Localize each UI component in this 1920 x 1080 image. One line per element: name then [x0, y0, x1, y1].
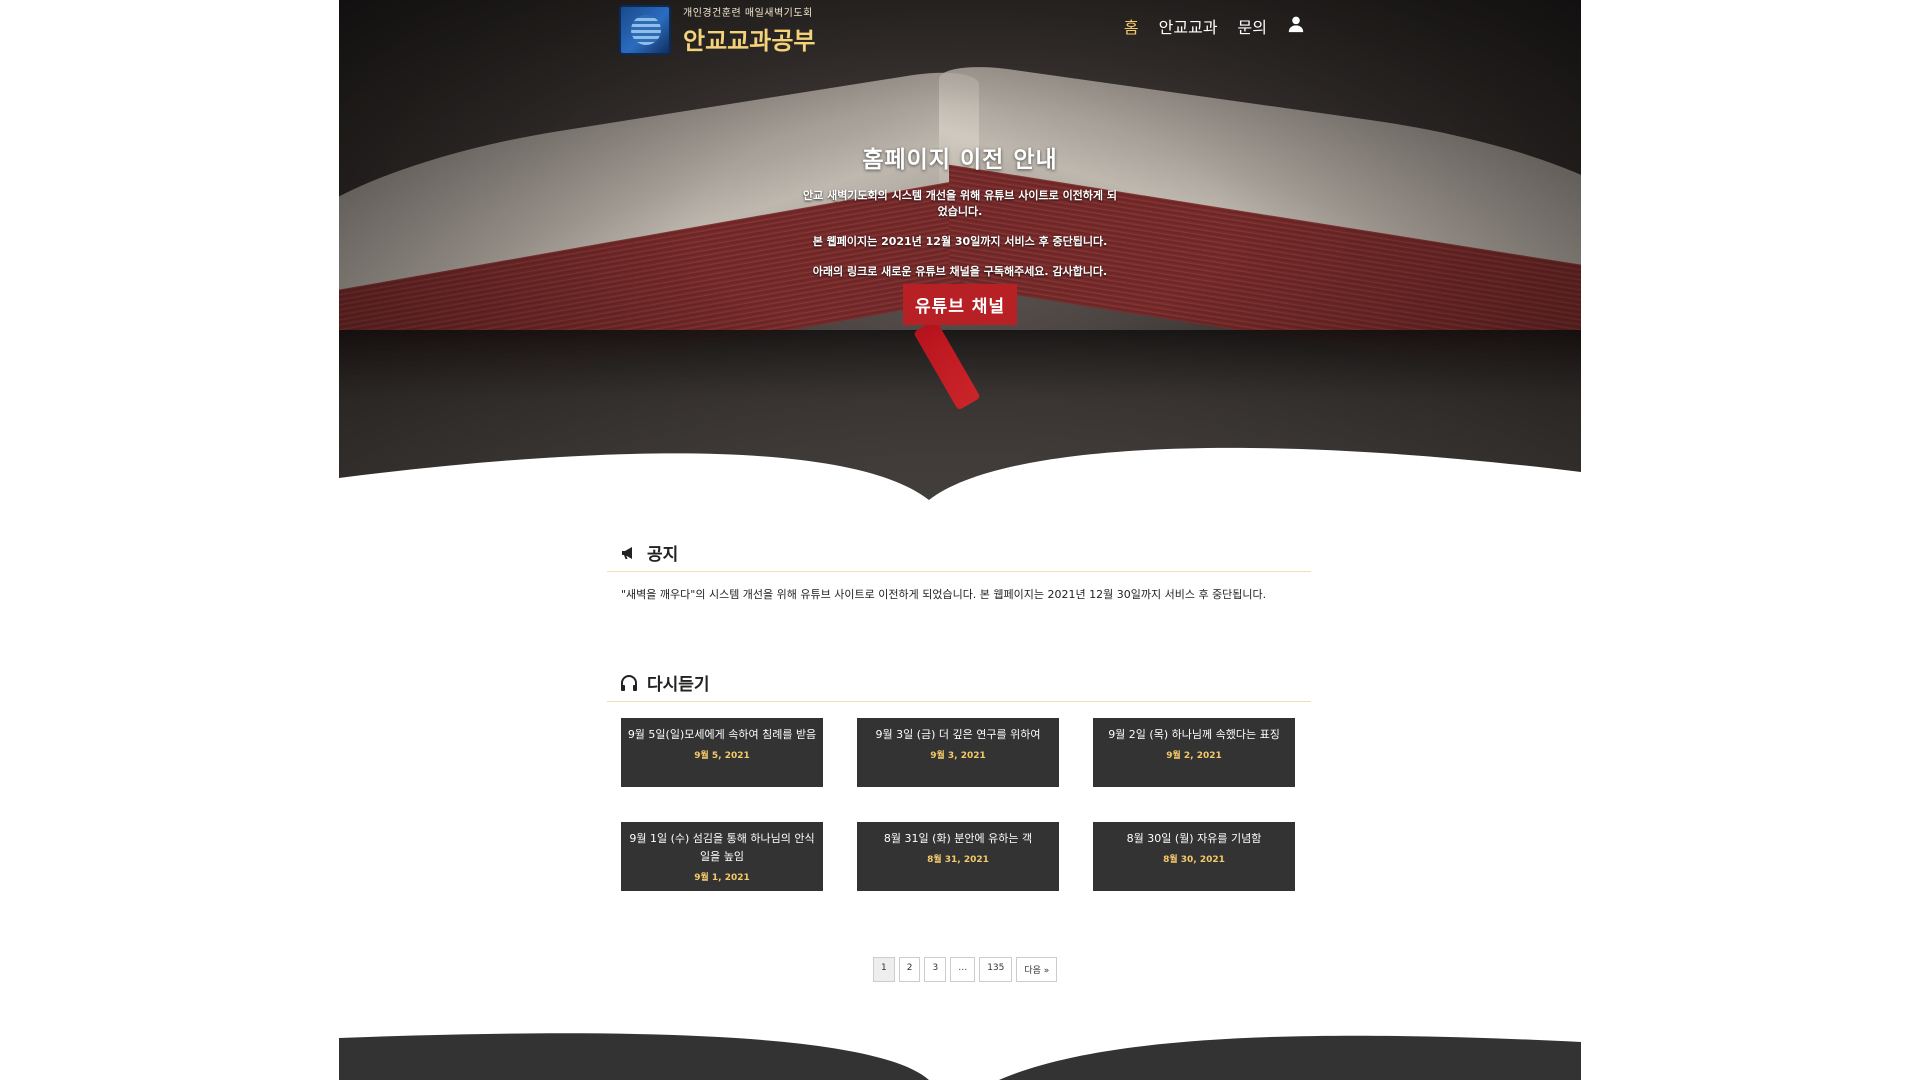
hero-paragraph-1: 안교 새벽기도회의 시스템 개선을 위해 유튜브 사이트로 이전하게 되었습니다… — [803, 189, 1117, 218]
page-link-last[interactable]: 135 — [979, 957, 1013, 982]
replay-card[interactable]: 9월 2일 (목) 하나님께 속했다는 표징 9월 2, 2021 — [1093, 718, 1295, 787]
megaphone-icon — [622, 546, 632, 559]
page-ellipsis: … — [950, 957, 976, 982]
hero-paragraph-3: 아래의 링크로 새로운 유튜브 채널을 구독해주세요. 감사합니다. — [812, 265, 1108, 278]
replay-title: 다시듣기 — [647, 675, 710, 695]
replay-card-date: 9월 3, 2021 — [930, 751, 986, 761]
notice-header: 공지 — [607, 534, 1311, 572]
page-link-3[interactable]: 3 — [924, 957, 947, 982]
replay-card-date: 9월 2, 2021 — [1166, 751, 1222, 761]
replay-card-title[interactable]: 8월 30일 (월) 자유를 기념함 — [1099, 830, 1289, 848]
replay-card[interactable]: 8월 31일 (화) 분안에 유하는 객 8월 31, 2021 — [857, 822, 1059, 891]
notice-title: 공지 — [647, 545, 679, 565]
logo-title: 안교교과공부 — [683, 26, 816, 55]
nav-lessons[interactable]: 안교교과 — [1159, 14, 1218, 38]
youtube-channel-button[interactable]: 유튜브 채널 — [902, 284, 1018, 325]
replay-card-title[interactable]: 9월 5일(일)모세에게 속하여 침례를 받음 — [627, 726, 817, 744]
replay-grid: 9월 5일(일)모세에게 속하여 침례를 받음 9월 5, 2021 9월 3일… — [607, 702, 1311, 891]
pagination: 1 2 3 … 135 다음 » — [873, 957, 1058, 982]
replay-section: 다시듣기 9월 5일(일)모세에게 속하여 침례를 받음 9월 5, 2021 … — [607, 664, 1311, 891]
replay-card[interactable]: 8월 30일 (월) 자유를 기념함 8월 30, 2021 — [1093, 822, 1295, 891]
next-page-link[interactable]: 다음 » — [1016, 957, 1058, 982]
hero-title: 홈페이지 이전 안내 — [862, 147, 1058, 173]
nav-contact[interactable]: 문의 — [1238, 14, 1267, 38]
replay-card-date: 8월 31, 2021 — [927, 855, 989, 865]
footer-curve — [339, 1033, 1581, 1080]
replay-card-title[interactable]: 8월 31일 (화) 분안에 유하는 객 — [863, 830, 1053, 848]
replay-card-date: 9월 1, 2021 — [694, 873, 750, 883]
site-logo[interactable]: 개인경건훈련 매일새벽기도회 안교교과공부 — [619, 4, 815, 56]
replay-card-date: 8월 30, 2021 — [1163, 855, 1225, 865]
hero-paragraph-2: 본 웹페이지는 2021년 12월 30일까지 서비스 후 중단됩니다. — [812, 235, 1108, 248]
replay-card-title[interactable]: 9월 1일 (수) 섬김을 통해 하나님의 안식일을 높임 — [627, 830, 817, 866]
notice-text: "새벽을 깨우다"의 시스템 개선을 위해 유튜브 사이트로 이전하게 되었습니… — [621, 588, 1267, 601]
replay-header: 다시듣기 — [607, 664, 1311, 702]
main-nav: 홈 안교교과 문의 — [1124, 14, 1305, 38]
page-link-2[interactable]: 2 — [898, 957, 921, 982]
logo-emblem-icon — [619, 5, 671, 55]
replay-card-date: 9월 5, 2021 — [694, 751, 750, 761]
notice-section: 공지 "새벽을 깨우다"의 시스템 개선을 위해 유튜브 사이트로 이전하게 되… — [607, 534, 1311, 616]
replay-card[interactable]: 9월 5일(일)모세에게 속하여 침례를 받음 9월 5, 2021 — [621, 718, 823, 787]
user-icon[interactable] — [1287, 15, 1305, 37]
replay-card[interactable]: 9월 3일 (금) 더 깊은 연구를 위하여 9월 3, 2021 — [857, 718, 1059, 787]
headphones-icon — [621, 674, 637, 691]
hero-content: 홈페이지 이전 안내 안교 새벽기도회의 시스템 개선을 위해 유튜브 사이트로… — [339, 140, 1581, 325]
page: 개인경건훈련 매일새벽기도회 안교교과공부 홈 안교교과 문의 홈페이지 이전 … — [339, 0, 1581, 1080]
replay-card-title[interactable]: 9월 2일 (목) 하나님께 속했다는 표징 — [1099, 726, 1289, 744]
replay-card[interactable]: 9월 1일 (수) 섬김을 통해 하나님의 안식일을 높임 9월 1, 2021 — [621, 822, 823, 891]
nav-home[interactable]: 홈 — [1124, 14, 1139, 38]
replay-card-title[interactable]: 9월 3일 (금) 더 깊은 연구를 위하여 — [863, 726, 1053, 744]
page-link-1[interactable]: 1 — [873, 957, 895, 982]
logo-subtitle: 개인경건훈련 매일새벽기도회 — [683, 8, 813, 19]
hero-curve-divider — [339, 447, 1581, 500]
hero-banner: 개인경건훈련 매일새벽기도회 안교교과공부 홈 안교교과 문의 홈페이지 이전 … — [339, 0, 1581, 500]
